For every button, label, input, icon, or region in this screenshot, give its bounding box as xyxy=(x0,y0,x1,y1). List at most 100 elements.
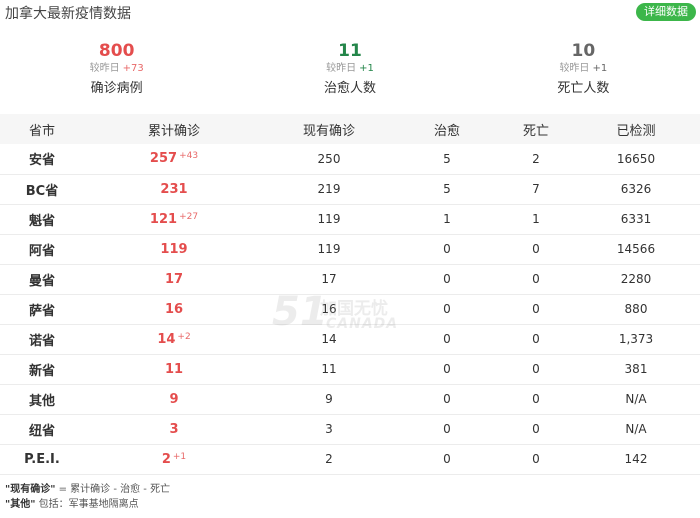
table-body: 安省 257 +43 250 5 2 16650 BC省 231 219 5 7 6326 魁省 121 +2… xyxy=(0,144,700,475)
page-title: 加拿大最新疫情数据 xyxy=(5,6,131,22)
current-cell: 9 xyxy=(264,384,394,415)
cumulative-value: 257 xyxy=(149,151,178,167)
cured-cell: 1 xyxy=(394,204,500,235)
cumulative-value: 11 xyxy=(164,361,184,377)
tested-cell: N/A xyxy=(572,414,700,445)
cured-cell: 0 xyxy=(394,324,500,355)
table-row: 阿省 119 119 0 0 14566 xyxy=(0,234,700,265)
province-table: 省市 累计确诊 现有确诊 治愈 死亡 已检测 安省 257 +43 250 5 2 1665… xyxy=(0,114,700,475)
cumulative-value: 9 xyxy=(169,391,179,407)
footnote-term: "现有确诊" xyxy=(5,484,56,495)
cured-cell: 5 xyxy=(394,174,500,205)
cumulative-cell: 17 xyxy=(84,264,264,295)
dead-cell: 7 xyxy=(500,174,572,205)
table-header-row: 省市 累计确诊 现有确诊 治愈 死亡 已检测 xyxy=(0,114,700,144)
cumulative-cell: 231 xyxy=(84,174,264,205)
header-province: 省市 xyxy=(0,114,84,144)
cured-cell: 0 xyxy=(394,264,500,295)
cumulative-value: 119 xyxy=(160,241,188,257)
confirmed-delta-label: 较昨日 xyxy=(89,63,120,74)
tested-cell: 6326 xyxy=(572,174,700,205)
summary-panel: 800 较昨日 +73 确诊病例 11 较昨日 +1 治愈人数 10 较昨日 +1 死… xyxy=(0,40,700,106)
dead-delta-label: 较昨日 xyxy=(559,63,590,74)
province-cell: 曼省 xyxy=(0,264,84,295)
table-row: 纽省 3 3 0 0 N/A xyxy=(0,414,700,445)
province-cell: P.E.I. xyxy=(0,444,84,475)
cured-cell: 0 xyxy=(394,354,500,385)
dead-cell: 0 xyxy=(500,264,572,295)
header: 加拿大最新疫情数据 详细数据 xyxy=(0,0,700,26)
tested-cell: 1,373 xyxy=(572,324,700,355)
detail-data-button[interactable]: 详细数据 xyxy=(636,3,696,21)
dead-cell: 0 xyxy=(500,324,572,355)
summary-confirmed: 800 较昨日 +73 确诊病例 xyxy=(0,40,233,106)
cumulative-value: 121 xyxy=(149,211,178,227)
confirmed-delta: +73 xyxy=(122,63,144,74)
cured-cell: 5 xyxy=(394,144,500,175)
cured-delta-label: 较昨日 xyxy=(326,63,357,74)
table-row: 安省 257 +43 250 5 2 16650 xyxy=(0,144,700,175)
current-cell: 2 xyxy=(264,444,394,475)
footnote-text: = 累计确诊 - 治愈 - 死亡 xyxy=(55,484,171,495)
cumulative-cell: 16 xyxy=(84,294,264,325)
header-dead: 死亡 xyxy=(500,114,572,144)
cured-cell: 0 xyxy=(394,294,500,325)
cumulative-cell: 3 xyxy=(84,414,264,445)
dead-delta: +1 xyxy=(592,63,608,74)
current-cell: 16 xyxy=(264,294,394,325)
covid-stats-page: 加拿大最新疫情数据 详细数据 800 较昨日 +73 确诊病例 11 较昨日 +1 … xyxy=(0,0,700,518)
province-cell: 安省 xyxy=(0,144,84,175)
dead-label: 死亡人数 xyxy=(557,81,610,96)
header-cured: 治愈 xyxy=(394,114,500,144)
current-cell: 3 xyxy=(264,414,394,445)
cumulative-increase: +27 xyxy=(179,211,199,222)
cumulative-increase: +1 xyxy=(172,451,187,462)
footnotes: "现有确诊" = 累计确诊 - 治愈 - 死亡 "其他" 包括：军事基地隔离点 xyxy=(5,482,695,512)
dead-cell: 0 xyxy=(500,354,572,385)
cumulative-cell: 2 +1 xyxy=(84,444,264,475)
tested-cell: 16650 xyxy=(572,144,700,175)
dead-delta-line: 较昨日 +1 xyxy=(467,62,700,76)
cumulative-cell: 11 xyxy=(84,354,264,385)
cumulative-value: 231 xyxy=(160,181,188,197)
cumulative-cell: 14 +2 xyxy=(84,324,264,355)
tested-cell: 14566 xyxy=(572,234,700,265)
header-current: 现有确诊 xyxy=(264,114,394,144)
table-row: 萨省 16 16 0 0 880 xyxy=(0,294,700,325)
dead-cell: 0 xyxy=(500,294,572,325)
summary-dead: 10 较昨日 +1 死亡人数 xyxy=(467,40,700,106)
cumulative-value: 17 xyxy=(164,271,184,287)
table-row: BC省 231 219 5 7 6326 xyxy=(0,174,700,205)
header-cumulative: 累计确诊 xyxy=(84,114,264,144)
current-cell: 119 xyxy=(264,204,394,235)
province-cell: 魁省 xyxy=(0,204,84,235)
current-cell: 219 xyxy=(264,174,394,205)
table-row: 曼省 17 17 0 0 2280 xyxy=(0,264,700,295)
tested-cell: 381 xyxy=(572,354,700,385)
cumulative-cell: 257 +43 xyxy=(84,144,264,175)
footnote-term: "其他" xyxy=(5,499,36,510)
cumulative-cell: 119 xyxy=(84,234,264,265)
tested-cell: N/A xyxy=(572,384,700,415)
cumulative-value: 14 xyxy=(157,331,176,347)
confirmed-label: 确诊病例 xyxy=(90,81,143,96)
cured-delta: +1 xyxy=(359,63,374,74)
tested-cell: 142 xyxy=(572,444,700,475)
cumulative-increase: +2 xyxy=(177,331,191,342)
current-cell: 11 xyxy=(264,354,394,385)
current-cell: 250 xyxy=(264,144,394,175)
cumulative-value: 3 xyxy=(169,421,179,437)
province-cell: 萨省 xyxy=(0,294,84,325)
cured-cell: 0 xyxy=(394,444,500,475)
confirmed-delta-line: 较昨日 +73 xyxy=(0,62,233,76)
confirmed-total: 800 xyxy=(98,41,135,61)
footnote-current: "现有确诊" = 累计确诊 - 治愈 - 死亡 xyxy=(5,482,695,497)
dead-cell: 2 xyxy=(500,144,572,175)
cured-total: 11 xyxy=(338,41,362,61)
tested-cell: 6331 xyxy=(572,204,700,235)
cured-cell: 0 xyxy=(394,384,500,415)
province-cell: 其他 xyxy=(0,384,84,415)
cumulative-cell: 121 +27 xyxy=(84,204,264,235)
current-cell: 119 xyxy=(264,234,394,265)
current-cell: 14 xyxy=(264,324,394,355)
